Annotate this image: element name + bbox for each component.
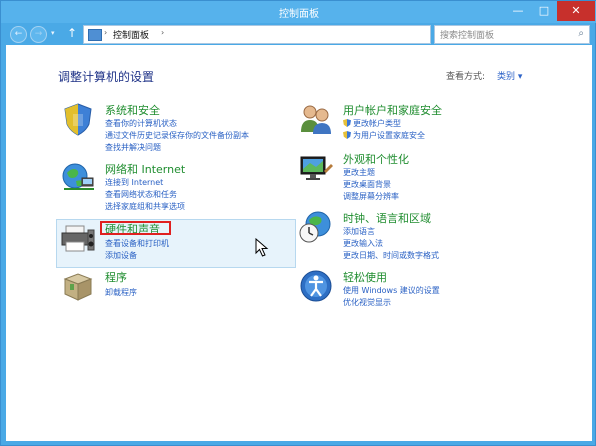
control-panel-content: 调整计算机的设置 查看方式: 类别 ▾ 系统和安全 查看你的计算机状态 通过文件…	[6, 45, 592, 441]
link-file-history-backup[interactable]: 通过文件历史记录保存你的文件备份副本	[105, 130, 249, 141]
users-icon	[301, 105, 331, 134]
link-connect-internet[interactable]: 连接到 Internet	[105, 177, 163, 188]
view-by-dropdown[interactable]: 类别 ▾	[497, 69, 522, 82]
category-programs: 程序 卸载程序	[60, 269, 294, 305]
maximize-button[interactable]: □	[531, 1, 557, 21]
uac-shield-icon	[343, 119, 351, 127]
uac-shield-icon	[343, 131, 351, 139]
category-title-clock-language-region[interactable]: 时钟、语言和区域	[343, 210, 431, 226]
link-family-safety[interactable]: 为用户设置家庭安全	[343, 130, 425, 141]
category-title-appearance[interactable]: 外观和个性化	[343, 151, 409, 167]
address-chevron-2[interactable]: ›	[161, 28, 164, 37]
monitor-icon	[300, 156, 333, 180]
category-title-user-accounts[interactable]: 用户帐户和家庭安全	[343, 102, 442, 118]
link-change-input-method[interactable]: 更改输入法	[343, 238, 383, 249]
search-icon[interactable]: ⌕	[578, 28, 584, 39]
mouse-cursor-icon	[255, 238, 269, 257]
link-optimize-visual-display[interactable]: 优化视觉显示	[343, 297, 391, 308]
link-troubleshoot[interactable]: 查找并解决问题	[105, 142, 161, 153]
up-button[interactable]: ↑	[67, 26, 77, 40]
link-date-time-format[interactable]: 更改日期、时间或数字格式	[343, 250, 439, 261]
control-panel-window: 控制面板 — □ ✕ ← → ▾ ↑ › 控制面板 › ▾ ↻ 搜索控制面板 ⌕…	[0, 0, 596, 446]
category-title-ease-of-access[interactable]: 轻松使用	[343, 269, 387, 285]
link-devices-printers[interactable]: 查看设备和打印机	[105, 238, 169, 249]
category-title-system-security[interactable]: 系统和安全	[105, 102, 160, 118]
back-button[interactable]: ←	[10, 26, 27, 43]
category-clock-language-region: 时钟、语言和区域 添加语言 更改输入法 更改日期、时间或数字格式	[298, 210, 578, 266]
link-view-computer-status[interactable]: 查看你的计算机状态	[105, 118, 177, 129]
globe-clock-icon	[299, 211, 331, 243]
programs-box-icon	[63, 273, 93, 301]
address-chevron[interactable]: ›	[104, 28, 107, 37]
category-ease-of-access: 轻松使用 使用 Windows 建议的设置 优化视觉显示	[298, 269, 578, 309]
highlight-marker-box	[100, 221, 171, 235]
link-desktop-background[interactable]: 更改桌面背景	[343, 179, 391, 190]
category-title-network-internet[interactable]: 网络和 Internet	[105, 161, 185, 177]
link-add-language[interactable]: 添加语言	[343, 226, 375, 237]
title-bar[interactable]: 控制面板 — □ ✕	[1, 1, 596, 23]
link-recommended-settings[interactable]: 使用 Windows 建议的设置	[343, 285, 440, 296]
control-panel-icon	[88, 29, 102, 41]
link-homegroup-sharing[interactable]: 选择家庭组和共享选项	[105, 201, 185, 212]
printer-icon	[61, 225, 95, 252]
link-network-status[interactable]: 查看网络状态和任务	[105, 189, 177, 200]
link-uninstall-program[interactable]: 卸载程序	[105, 287, 137, 298]
ease-of-access-icon	[300, 270, 332, 302]
category-title-programs[interactable]: 程序	[105, 269, 127, 285]
link-change-account-type[interactable]: 更改帐户类型	[343, 118, 401, 129]
search-placeholder: 搜索控制面板	[440, 31, 495, 41]
page-title: 调整计算机的设置	[58, 70, 155, 84]
link-add-device[interactable]: 添加设备	[105, 250, 137, 261]
minimize-button[interactable]: —	[505, 1, 531, 21]
link-change-theme[interactable]: 更改主题	[343, 167, 375, 178]
category-system-security: 系统和安全 查看你的计算机状态 通过文件历史记录保存你的文件备份副本 查找并解决…	[60, 102, 310, 158]
breadcrumb-control-panel[interactable]: 控制面板	[113, 28, 149, 41]
link-screen-resolution[interactable]: 调整屏幕分辨率	[343, 191, 399, 202]
category-user-accounts: 用户帐户和家庭安全 更改帐户类型 为用户设置家庭安全	[298, 102, 578, 150]
link-family-safety-label: 为用户设置家庭安全	[353, 131, 425, 140]
recent-locations-dropdown[interactable]: ▾	[51, 29, 55, 37]
forward-button[interactable]: →	[30, 26, 47, 43]
category-network-internet: 网络和 Internet 连接到 Internet 查看网络状态和任务 选择家庭…	[60, 161, 310, 217]
globe-network-icon	[62, 163, 94, 190]
view-by-label: 查看方式:	[446, 72, 486, 82]
search-box[interactable]: 搜索控制面板 ⌕	[434, 25, 590, 44]
navigation-toolbar: ← → ▾ ↑ › 控制面板 › ▾ ↻ 搜索控制面板 ⌕	[6, 23, 592, 45]
close-button[interactable]: ✕	[557, 1, 595, 21]
link-change-account-type-label: 更改帐户类型	[353, 119, 401, 128]
category-appearance: 外观和个性化 更改主题 更改桌面背景 调整屏幕分辨率	[298, 151, 578, 207]
shield-icon	[64, 103, 92, 136]
address-bar[interactable]: › 控制面板 › ▾ ↻	[83, 25, 496, 44]
